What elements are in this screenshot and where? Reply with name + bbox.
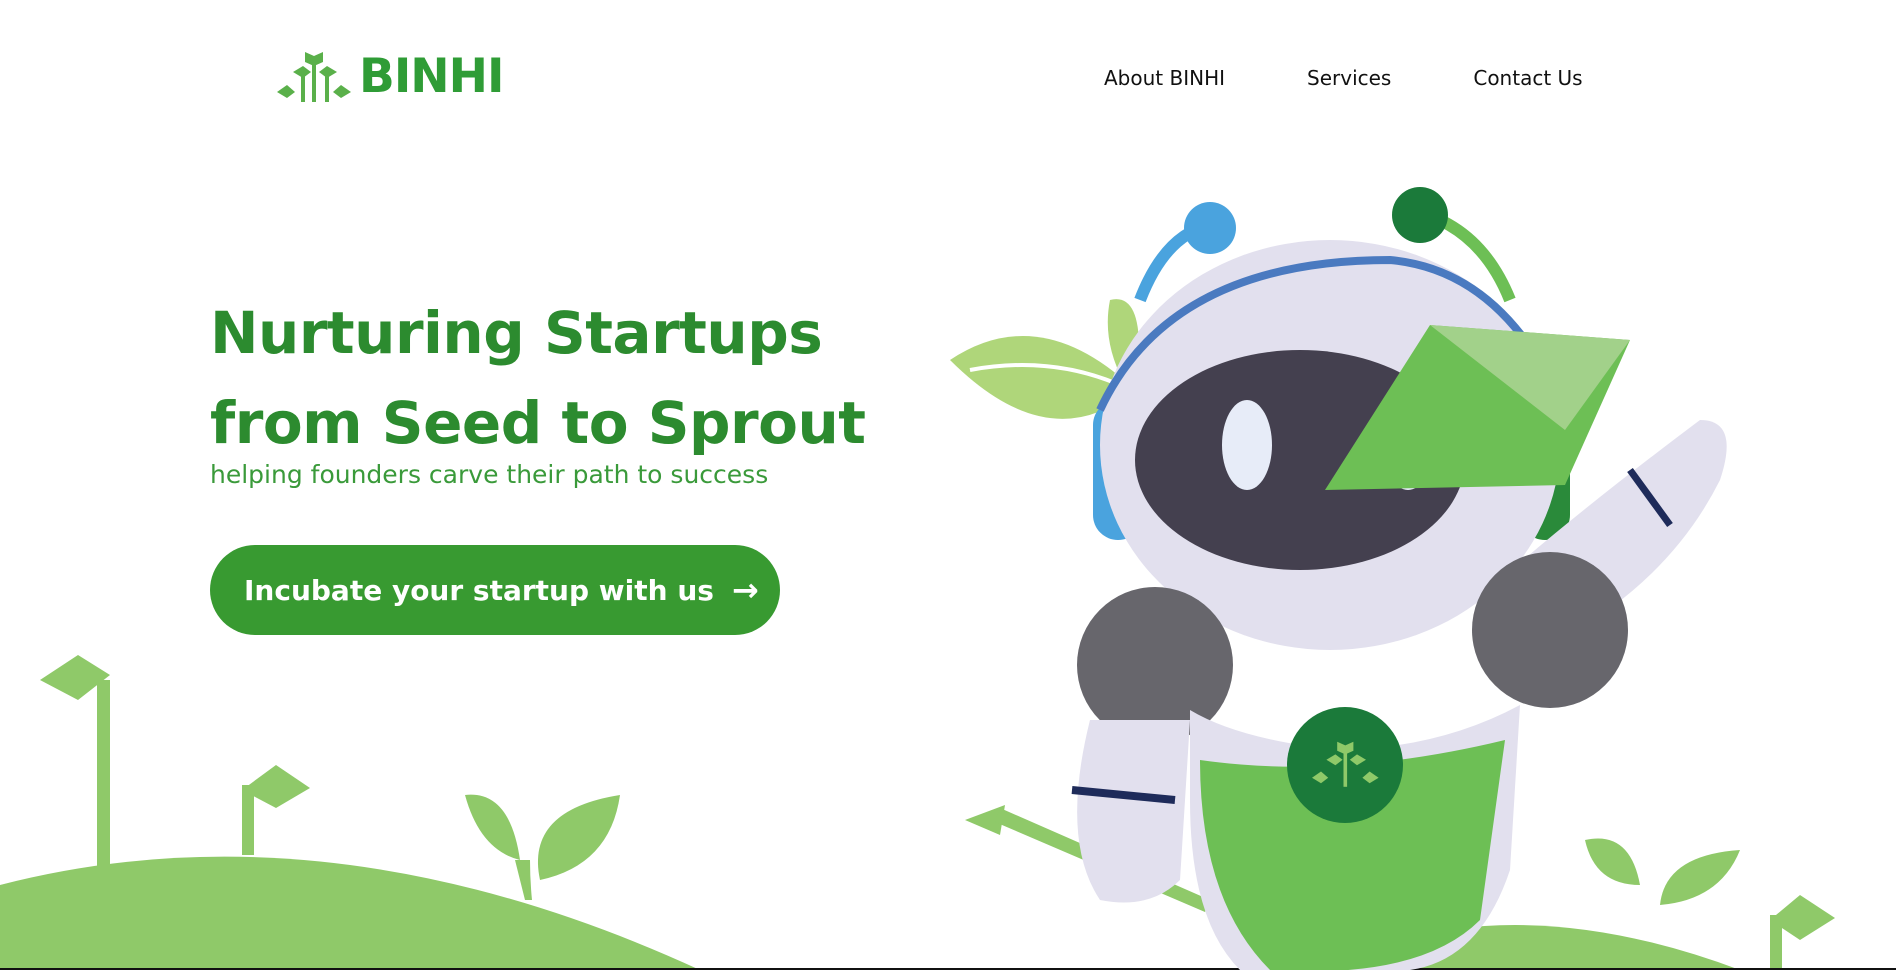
- cta-label: Incubate your startup with us: [244, 573, 714, 607]
- leaf-sprout-icon: [465, 794, 620, 900]
- nav-contact-us[interactable]: Contact Us: [1473, 66, 1582, 90]
- robot-mascot-illustration: [950, 187, 1727, 970]
- binhi-logo-icon: [277, 52, 351, 102]
- sprout-flag-icon: [40, 655, 310, 870]
- main-nav: About BINHI Services Contact Us: [1104, 66, 1583, 90]
- incubate-cta-button[interactable]: Incubate your startup with us →: [210, 545, 780, 635]
- hero-title-line-1: Nurturing Startups: [210, 299, 823, 367]
- arrow-right-icon: →: [731, 571, 759, 609]
- site-header: BINHI About BINHI Services Contact Us: [0, 0, 1896, 160]
- hero-title-line-2: from Seed to Sprout: [210, 389, 866, 457]
- logo[interactable]: BINHI: [277, 48, 504, 104]
- hero-subtitle: helping founders carve their path to suc…: [210, 460, 769, 489]
- brand-name: BINHI: [359, 48, 504, 104]
- left-hill: [0, 856, 700, 970]
- nav-about-binhi[interactable]: About BINHI: [1104, 66, 1225, 90]
- nav-services[interactable]: Services: [1307, 66, 1391, 90]
- hero-title: Nurturing Startups from Seed to Sprout: [210, 288, 866, 468]
